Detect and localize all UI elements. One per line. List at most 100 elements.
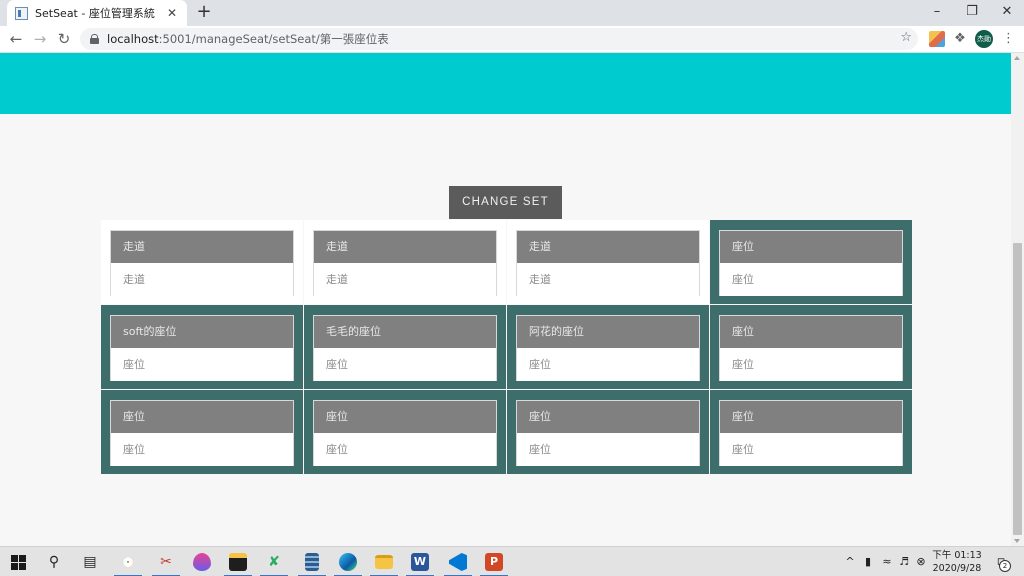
new-tab-button[interactable]: + (194, 2, 214, 22)
seat-cell[interactable]: 座位 座位 (710, 305, 912, 389)
seat-card-body: 座位 (720, 433, 902, 466)
seat-card-body: 座位 (720, 263, 902, 296)
seat-card-body: 走道 (111, 263, 293, 296)
seat-card[interactable]: 走道 走道 (313, 230, 497, 296)
wifi-icon[interactable]: ≈ (879, 547, 895, 576)
hero-banner (0, 53, 1011, 114)
puzzle-extensions-icon[interactable]: ❖ (952, 31, 968, 47)
seat-card[interactable]: 座位 座位 (719, 400, 903, 466)
seat-card-body: 座位 (111, 348, 293, 381)
powerpoint-app-icon[interactable]: P (476, 547, 512, 576)
seat-card-header: 毛毛的座位 (314, 316, 496, 348)
change-set-button[interactable]: CHANGE SET (449, 186, 562, 219)
seat-card-header: 阿花的座位 (517, 316, 699, 348)
seat-card-body: 座位 (314, 433, 496, 466)
seat-cell[interactable]: 走道 走道 (101, 220, 303, 304)
seat-card[interactable]: soft的座位 座位 (110, 315, 294, 381)
seat-cell[interactable]: 座位 座位 (710, 220, 912, 304)
scroll-up-icon[interactable] (1014, 56, 1020, 60)
ime-status-icon[interactable]: ⊗ (913, 547, 929, 576)
seat-card-header: 座位 (720, 316, 902, 348)
seat-card-body: 座位 (720, 348, 902, 381)
browser-toolbar: ← → ↻ localhost:5001/manageSeat/setSeat/… (0, 26, 1024, 53)
seat-card-body: 座位 (517, 348, 699, 381)
restore-icon[interactable]: ❐ (955, 0, 989, 26)
extension-icon[interactable] (929, 31, 945, 47)
seat-cell[interactable]: soft的座位 座位 (101, 305, 303, 389)
volume-icon[interactable]: ♬ (896, 547, 912, 576)
lock-icon[interactable] (90, 34, 99, 44)
bookmark-star-icon[interactable]: ☆ (900, 30, 912, 45)
windows-start-icon[interactable] (0, 547, 36, 576)
seat-card[interactable]: 座位 座位 (110, 400, 294, 466)
seat-card[interactable]: 阿花的座位 座位 (516, 315, 700, 381)
task-view-icon[interactable]: ▤ (72, 547, 108, 576)
word-app-icon[interactable]: W (402, 547, 438, 576)
seat-cell[interactable]: 毛毛的座位 座位 (304, 305, 506, 389)
close-window-icon[interactable]: ✕ (990, 0, 1024, 26)
file-explorer-app-icon[interactable] (366, 547, 402, 576)
menu-dots-icon[interactable]: ⋮ (1002, 30, 1015, 48)
scroll-thumb[interactable] (1013, 243, 1022, 535)
seat-card[interactable]: 座位 座位 (719, 230, 903, 296)
scroll-down-icon[interactable] (1014, 539, 1020, 543)
url-path: :5001/manageSeat/setSeat/第一張座位表 (158, 32, 389, 46)
search-icon[interactable]: ⚲ (36, 547, 72, 576)
browser-tab[interactable]: SetSeat - 座位管理系統 ✕ (7, 0, 187, 26)
clock-date: 2020/9/28 (932, 563, 982, 574)
show-hidden-icons-icon[interactable]: ^ (843, 547, 857, 576)
seat-cell[interactable]: 座位 座位 (101, 390, 303, 474)
seat-card-body: 座位 (314, 348, 496, 381)
edge-app-icon[interactable] (330, 547, 366, 576)
seat-card[interactable]: 毛毛的座位 座位 (313, 315, 497, 381)
minimize-icon[interactable]: – (920, 0, 954, 26)
snipping-app-icon[interactable]: ✂ (148, 547, 184, 576)
seat-card-body: 座位 (111, 433, 293, 466)
seat-card-header: soft的座位 (111, 316, 293, 348)
seat-card[interactable]: 座位 座位 (719, 315, 903, 381)
seat-grid: 走道 走道 走道 走道 走道 走道 座位 座位 soft的座位 座位 毛毛的座位 座位 阿花的座位 座位座… (101, 220, 912, 474)
seat-cell[interactable]: 座位 座位 (507, 390, 709, 474)
forward-arrow-icon[interactable]: → (29, 29, 51, 49)
notification-count-badge: 2 (999, 560, 1011, 572)
seat-card-header: 座位 (720, 401, 902, 433)
seat-card-header: 走道 (111, 231, 293, 263)
seat-card-header: 座位 (517, 401, 699, 433)
seat-card-header: 走道 (314, 231, 496, 263)
reload-icon[interactable]: ↻ (53, 29, 75, 49)
seat-cell[interactable]: 座位 座位 (304, 390, 506, 474)
seat-card-body: 座位 (517, 433, 699, 466)
page-favicon-icon (15, 6, 28, 20)
seat-card-header: 座位 (111, 401, 293, 433)
windows-taskbar: ⚲ ▤ ✂ ✘ W P ^ ▮ ≈ ♬ ⊗ 下午 01:13 2020/9/28… (0, 546, 1024, 576)
seat-card-body: 走道 (314, 263, 496, 296)
page-scrollbar[interactable] (1011, 53, 1024, 546)
url-host: localhost (107, 32, 159, 46)
close-tab-icon[interactable]: ✕ (165, 6, 179, 20)
seat-card[interactable]: 座位 座位 (313, 400, 497, 466)
taskbar-clock[interactable]: 下午 01:13 2020/9/28 (930, 549, 984, 575)
clock-time: 下午 01:13 (932, 550, 982, 561)
url-text: localhost:5001/manageSeat/setSeat/第一張座位表 (107, 31, 389, 47)
vscode-app-icon[interactable] (440, 547, 476, 576)
sticky-notes-app-icon[interactable] (220, 547, 256, 576)
seat-card-header: 座位 (720, 231, 902, 263)
seat-cell[interactable]: 阿花的座位 座位 (507, 305, 709, 389)
seat-card-body: 走道 (517, 263, 699, 296)
seat-card-header: 走道 (517, 231, 699, 263)
address-bar[interactable]: localhost:5001/manageSeat/setSeat/第一張座位表… (80, 28, 918, 50)
paint-app-icon[interactable] (184, 547, 220, 576)
profile-avatar[interactable]: 杰勛 (975, 30, 993, 48)
seat-card[interactable]: 走道 走道 (516, 230, 700, 296)
seat-card[interactable]: 座位 座位 (516, 400, 700, 466)
seat-cell[interactable]: 走道 走道 (304, 220, 506, 304)
battery-icon[interactable]: ▮ (860, 547, 876, 576)
seat-card[interactable]: 走道 走道 (110, 230, 294, 296)
seat-cell[interactable]: 座位 座位 (710, 390, 912, 474)
back-arrow-icon[interactable]: ← (5, 29, 27, 49)
chrome-app-icon[interactable] (110, 547, 146, 576)
seat-cell[interactable]: 走道 走道 (507, 220, 709, 304)
seat-card-header: 座位 (314, 401, 496, 433)
tools-app-icon[interactable]: ✘ (256, 547, 292, 576)
calculator-app-icon[interactable] (294, 547, 330, 576)
